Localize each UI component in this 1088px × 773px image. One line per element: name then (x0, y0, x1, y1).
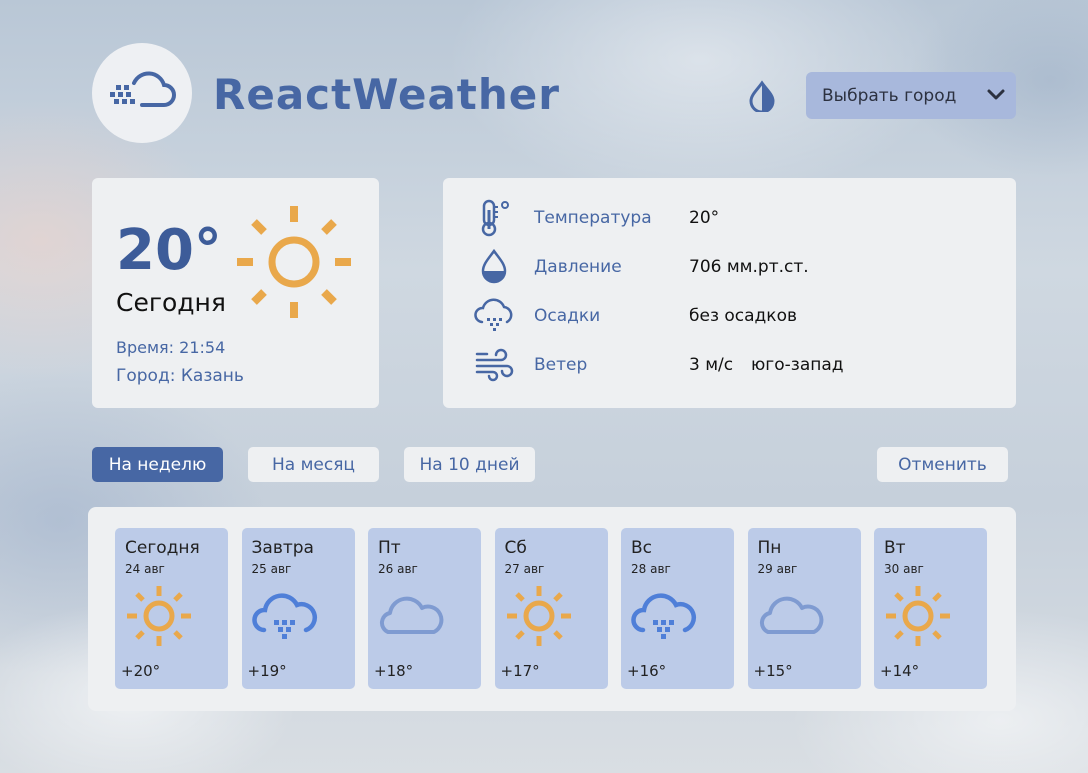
forecast-temperature: +20° (121, 662, 161, 680)
detail-value: без осадков (689, 306, 797, 326)
forecast-temperature: +16° (627, 662, 667, 680)
forecast-date: 29 авг (757, 562, 798, 576)
today-city: Город: Казань (116, 366, 244, 386)
detail-row-temperature: Температура 20° (471, 198, 991, 238)
drop-icon (481, 248, 507, 284)
forecast-date: 27 авг (504, 562, 545, 576)
forecast-panel: Сегодня 24 авг +20° Завтра 25 авг +19° Пт 26 … (88, 507, 1016, 711)
forecast-day-card[interactable]: Вт 30 авг +14° (874, 528, 987, 689)
details-card: Температура 20° Давление 706 мм.рт.ст. О… (443, 178, 1016, 408)
today-time: Время: 21:54 (116, 338, 226, 357)
detail-name: Давление (534, 257, 622, 277)
forecast-day-name: Вс (631, 538, 653, 558)
half-drop-icon (749, 80, 775, 114)
forecast-temperature: +18° (374, 662, 414, 680)
detail-name: Ветер (534, 355, 588, 375)
forecast-day-card[interactable]: Пт 26 авг +18° (368, 528, 481, 689)
sun-icon (878, 582, 958, 652)
forecast-day-card[interactable]: Пн 29 авг +15° (747, 528, 861, 689)
sun-icon (499, 582, 579, 652)
wind-icon (475, 348, 514, 382)
detail-extra: юго-запад (751, 355, 844, 375)
detail-name: Температура (534, 208, 652, 228)
city-select[interactable]: Выбрать город (806, 72, 1016, 119)
detail-value: 3 м/с (689, 355, 734, 375)
rain-cloud-icon (474, 298, 513, 331)
rain-cloud-icon (625, 582, 705, 652)
app-logo (92, 43, 192, 143)
forecast-day-name: Сегодня (125, 538, 200, 558)
forecast-day-name: Пн (757, 538, 782, 558)
forecast-date: 25 авг (251, 562, 292, 576)
today-card: 20° Сегодня Время: 21:54 Город: Казань (92, 178, 379, 408)
sun-icon (119, 582, 199, 652)
forecast-day-name: Вт (884, 538, 906, 558)
tab-ten-days[interactable]: На 10 дней (404, 447, 535, 482)
detail-row-pressure: Давление 706 мм.рт.ст. (471, 247, 991, 287)
forecast-date: 28 авг (631, 562, 671, 576)
detail-name: Осадки (534, 306, 601, 326)
cancel-button[interactable]: Отменить (877, 447, 1008, 482)
forecast-temperature: +19° (247, 662, 287, 680)
forecast-temperature: +15° (753, 662, 793, 680)
detail-value: 706 мм.рт.ст. (689, 257, 809, 277)
theme-toggle-button[interactable] (746, 80, 778, 114)
sun-icon (237, 206, 351, 318)
tab-month[interactable]: На месяц (248, 447, 379, 482)
today-label: Сегодня (116, 288, 226, 317)
forecast-date: 24 авг (125, 562, 165, 576)
forecast-date: 26 авг (378, 562, 418, 576)
thermometer-icon (481, 199, 509, 237)
detail-row-precipitation: Осадки без осадков (471, 296, 991, 336)
city-select-label: Выбрать город (822, 85, 957, 106)
tab-week[interactable]: На неделю (92, 447, 223, 482)
forecast-day-card[interactable]: Вс 28 авг +16° (621, 528, 734, 689)
forecast-day-card[interactable]: Сб 27 авг +17° (494, 528, 608, 689)
forecast-temperature: +17° (500, 662, 540, 680)
forecast-day-name: Пт (378, 538, 401, 558)
brand-title: ReactWeather (213, 70, 560, 119)
cloud-icon (372, 582, 452, 652)
detail-row-wind: Ветер 3 м/с юго-запад (471, 345, 991, 385)
chevron-down-icon (987, 89, 1005, 100)
forecast-day-name: Завтра (251, 538, 314, 558)
forecast-temperature: +14° (880, 662, 920, 680)
cloud-icon (752, 582, 832, 652)
forecast-date: 30 авг (884, 562, 924, 576)
cloud-wind-icon (110, 71, 176, 107)
today-temperature: 20° (116, 218, 222, 283)
rain-cloud-icon (246, 582, 326, 652)
forecast-day-name: Сб (504, 538, 527, 558)
forecast-day-card[interactable]: Завтра 25 авг +19° (241, 528, 355, 689)
forecast-day-card[interactable]: Сегодня 24 авг +20° (115, 528, 228, 689)
detail-value: 20° (689, 208, 720, 228)
